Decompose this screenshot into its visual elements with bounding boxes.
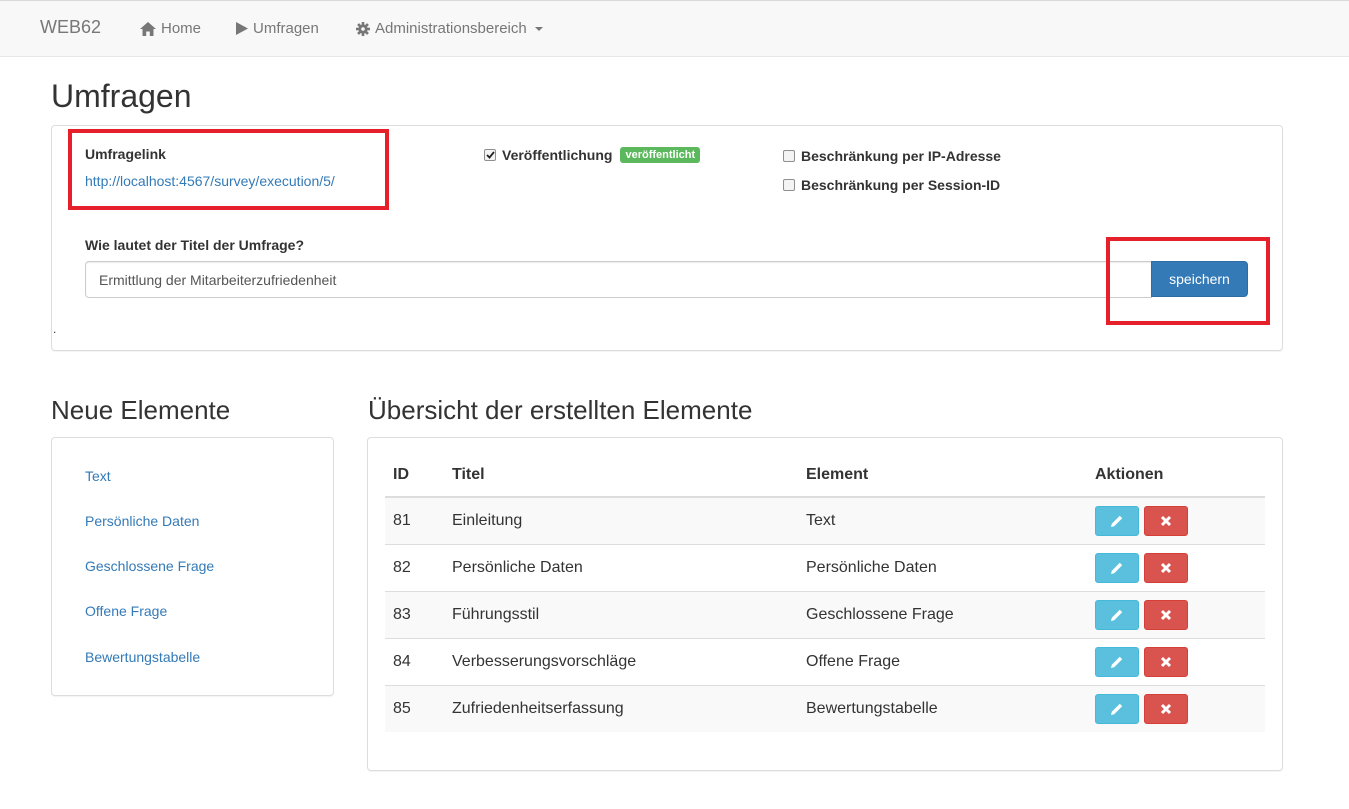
pencil-icon xyxy=(1111,515,1123,527)
column-header-id: ID xyxy=(385,453,444,498)
restrict-session-option: Beschränkung per Session-ID xyxy=(783,177,1000,193)
new-element-text[interactable]: Text xyxy=(85,468,111,484)
published-badge: veröffentlicht xyxy=(620,147,701,163)
pencil-icon xyxy=(1111,703,1123,715)
cell-title: Zufriedenheitserfassung xyxy=(444,684,798,732)
restrict-session-label: Beschränkung per Session-ID xyxy=(801,177,1001,193)
delete-button[interactable] xyxy=(1144,599,1188,630)
table-row: 82 Persönliche Daten Persönliche Daten xyxy=(385,543,1265,591)
cell-title: Führungsstil xyxy=(444,590,798,638)
cell-actions xyxy=(1087,496,1265,544)
edit-button[interactable] xyxy=(1095,599,1139,630)
table-row: 85 Zufriedenheitserfassung Bewertungstab… xyxy=(385,684,1265,732)
column-header-actions: Aktionen xyxy=(1087,453,1265,498)
survey-title-value: Ermittlung der Mitarbeiterzufriedenheit xyxy=(99,271,337,288)
title-question-label: Wie lautet der Titel der Umfrage? xyxy=(85,237,304,253)
column-header-title: Titel xyxy=(444,453,798,498)
restrict-ip-label: Beschränkung per IP-Adresse xyxy=(801,148,1001,164)
new-elements-heading: Neue Elemente xyxy=(51,395,231,425)
cell-actions xyxy=(1087,590,1265,638)
delete-button[interactable] xyxy=(1144,646,1188,677)
close-icon xyxy=(1160,515,1172,526)
delete-button[interactable] xyxy=(1144,552,1188,583)
highlight-save-button xyxy=(1106,237,1270,325)
nav-home-label: Home xyxy=(161,20,202,37)
cell-id: 81 xyxy=(385,496,444,544)
table-row: 81 Einleitung Text xyxy=(385,496,1265,544)
pencil-icon xyxy=(1111,609,1123,621)
close-icon xyxy=(1160,562,1172,573)
table-header-row: ID Titel Element Aktionen xyxy=(385,453,1265,498)
chevron-down-icon xyxy=(534,26,543,31)
column-header-element: Element xyxy=(798,453,1087,498)
cell-element: Bewertungstabelle xyxy=(798,684,1087,732)
pencil-icon xyxy=(1111,656,1123,668)
cell-title: Persönliche Daten xyxy=(444,543,798,591)
brand[interactable]: WEB62 xyxy=(40,17,101,38)
new-element-closed-question[interactable]: Geschlossene Frage xyxy=(85,558,214,574)
cell-id: 83 xyxy=(385,590,444,638)
elements-table: ID Titel Element Aktionen 81 Einleitung … xyxy=(385,453,1265,732)
home-icon xyxy=(140,21,156,36)
table-row: 84 Verbesserungsvorschläge Offene Frage xyxy=(385,637,1265,685)
play-icon xyxy=(236,22,248,35)
restrict-session-checkbox[interactable] xyxy=(783,179,795,191)
overview-heading: Übersicht der erstellten Elemente xyxy=(368,395,753,425)
nav-home[interactable]: Home xyxy=(140,20,201,37)
nav-umfragen[interactable]: Umfragen xyxy=(236,20,319,37)
cell-element: Geschlossene Frage xyxy=(798,590,1087,638)
new-element-open-question[interactable]: Offene Frage xyxy=(85,603,167,619)
publication-checkbox[interactable] xyxy=(484,149,496,161)
cell-title: Verbesserungsvorschläge xyxy=(444,637,798,685)
table-row: 83 Führungsstil Geschlossene Frage xyxy=(385,590,1265,638)
gear-icon xyxy=(356,21,370,36)
close-icon xyxy=(1160,703,1172,714)
checkmark-icon xyxy=(485,151,495,159)
nav-administration-dropdown[interactable]: Administrationsbereich xyxy=(356,20,543,37)
edit-button[interactable] xyxy=(1095,552,1139,583)
edit-button[interactable] xyxy=(1095,505,1139,536)
edit-button[interactable] xyxy=(1095,693,1139,724)
survey-title-input[interactable]: Ermittlung der Mitarbeiterzufriedenheit xyxy=(85,261,1152,298)
close-icon xyxy=(1160,609,1172,620)
stray-mark: . xyxy=(53,322,57,336)
page-title: Umfragen xyxy=(51,78,192,114)
restrict-ip-checkbox[interactable] xyxy=(783,150,795,162)
nav-administration-label: Administrationsbereich xyxy=(375,20,527,37)
cell-actions xyxy=(1087,684,1265,732)
new-element-personal-data[interactable]: Persönliche Daten xyxy=(85,513,199,529)
new-element-rating-table[interactable]: Bewertungstabelle xyxy=(85,649,200,665)
edit-button[interactable] xyxy=(1095,646,1139,677)
publication-label: Veröffentlichung xyxy=(502,147,613,163)
delete-button[interactable] xyxy=(1144,505,1188,536)
restrict-ip-option: Beschränkung per IP-Adresse xyxy=(783,148,1001,164)
cell-actions xyxy=(1087,543,1265,591)
highlight-survey-link xyxy=(68,129,389,210)
delete-button[interactable] xyxy=(1144,693,1188,724)
close-icon xyxy=(1160,656,1172,667)
cell-element: Offene Frage xyxy=(798,637,1087,685)
pencil-icon xyxy=(1111,562,1123,574)
cell-id: 85 xyxy=(385,684,444,732)
publication-option: Veröffentlichung veröffentlicht xyxy=(484,147,701,163)
nav-umfragen-label: Umfragen xyxy=(253,20,319,37)
cell-title: Einleitung xyxy=(444,496,798,544)
cell-element: Persönliche Daten xyxy=(798,543,1087,591)
cell-id: 82 xyxy=(385,543,444,591)
cell-element: Text xyxy=(798,496,1087,544)
navbar: WEB62 Home Umfragen Administrationsberei… xyxy=(0,0,1349,57)
cell-id: 84 xyxy=(385,637,444,685)
cell-actions xyxy=(1087,637,1265,685)
